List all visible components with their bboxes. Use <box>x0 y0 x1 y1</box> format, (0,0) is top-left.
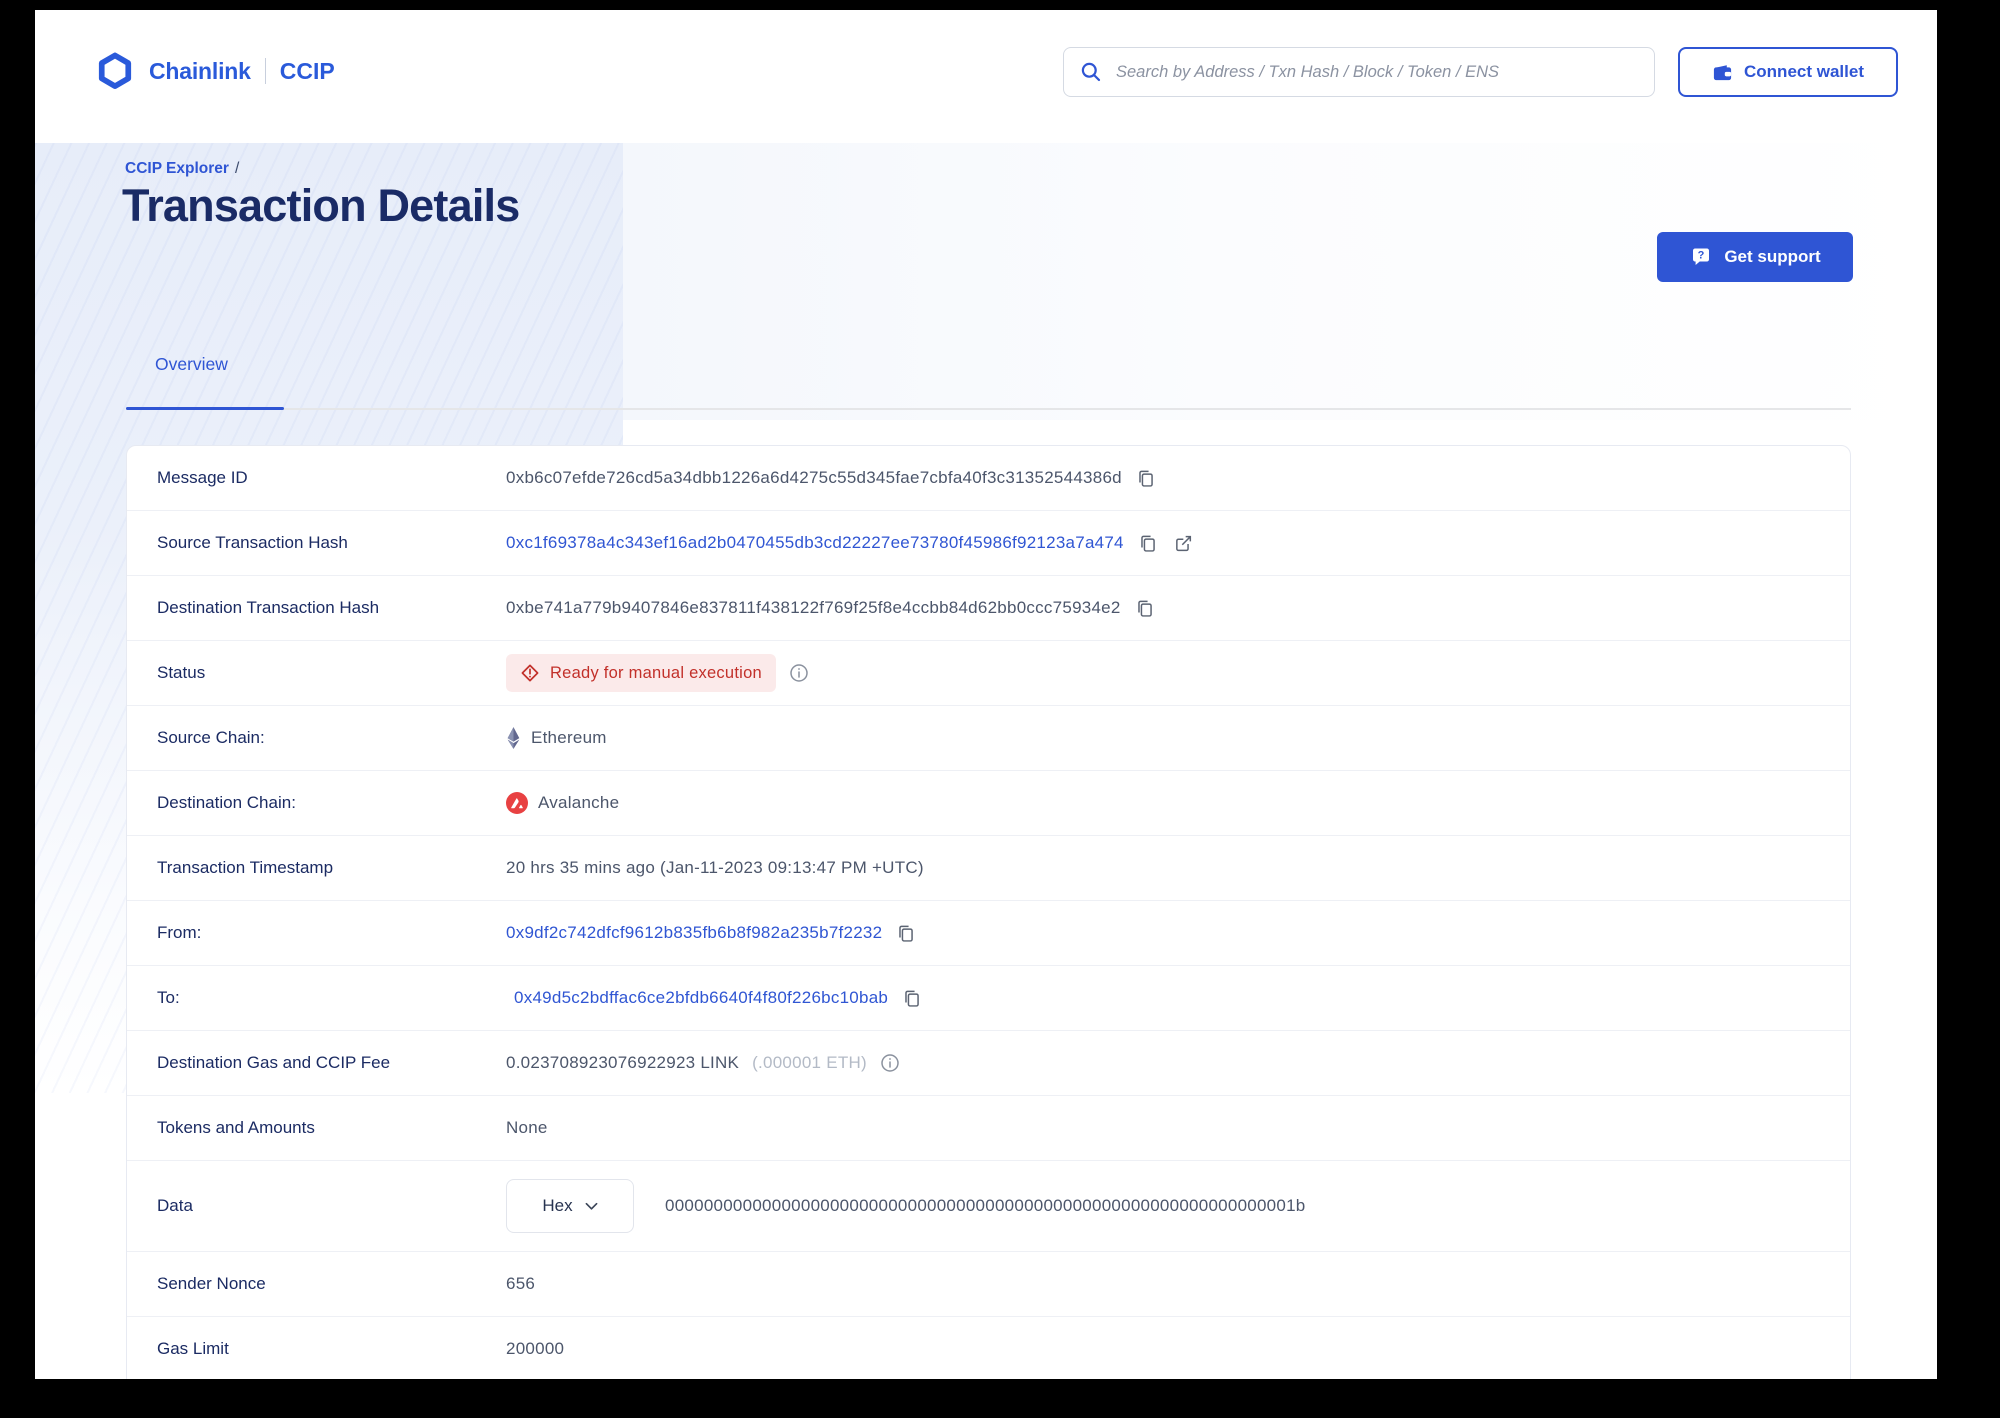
source-chain-name: Ethereum <box>531 728 607 747</box>
question-bubble-icon: ? <box>1689 245 1713 269</box>
row-label: Transaction Timestamp <box>157 858 334 877</box>
dest-chain-name: Avalanche <box>538 793 620 812</box>
row-fee: Destination Gas and CCIP Fee 0.023708923… <box>127 1030 1850 1095</box>
tab-divider-line <box>126 408 1851 410</box>
wallet-icon <box>1712 62 1733 83</box>
copy-icon[interactable] <box>899 986 924 1011</box>
info-icon[interactable] <box>787 661 811 685</box>
brand[interactable]: Chainlink CCIP <box>95 52 335 90</box>
row-sender-nonce: Sender Nonce 656 <box>127 1251 1850 1316</box>
connect-wallet-button[interactable]: Connect wallet <box>1678 47 1898 97</box>
row-label: From: <box>157 923 202 942</box>
gas-limit-value: 200000 <box>506 1339 565 1358</box>
tab-overview[interactable]: Overview <box>155 354 228 375</box>
fee-value: 0.023708923076922923 LINK <box>506 1053 740 1072</box>
breadcrumb: CCIP Explorer / <box>125 160 239 178</box>
brand-product: CCIP <box>279 57 335 84</box>
chainlink-logo-icon <box>95 52 135 90</box>
brand-divider <box>264 58 266 84</box>
message-id-value: 0xb6c07efde726cd5a34dbb1226a6d4275c55d34… <box>506 468 1122 487</box>
copy-icon[interactable] <box>893 921 918 946</box>
get-support-label: Get support <box>1724 247 1821 266</box>
top-navbar: Chainlink CCIP Connect wallet <box>35 10 1937 143</box>
row-label: Sender Nonce <box>157 1274 266 1293</box>
copy-icon[interactable] <box>1135 531 1160 556</box>
fee-eth-equivalent: (.000001 ETH) <box>752 1053 867 1072</box>
timestamp-value: 20 hrs 35 mins ago (Jan-11-2023 09:13:47… <box>506 858 924 877</box>
row-message-id: Message ID 0xb6c07efde726cd5a34dbb1226a6… <box>127 446 1850 510</box>
row-from: From: 0x9df2c742dfcf9612b835fb6b8f982a23… <box>127 900 1850 965</box>
copy-icon[interactable] <box>1133 466 1158 491</box>
alert-diamond-icon <box>520 663 540 683</box>
page-title: Transaction Details <box>122 180 520 231</box>
brand-name: Chainlink <box>149 57 251 84</box>
row-dest-tx-hash: Destination Transaction Hash 0xbe741a779… <box>127 575 1850 640</box>
row-status: Status Ready for manual execution <box>127 640 1850 705</box>
data-format-value: Hex <box>542 1196 573 1215</box>
connect-wallet-label: Connect wallet <box>1744 62 1864 81</box>
row-timestamp: Transaction Timestamp 20 hrs 35 mins ago… <box>127 835 1850 900</box>
ccip-explorer-page: Chainlink CCIP Connect wallet CCIP Explo… <box>35 10 1937 1379</box>
data-hex-value: 0000000000000000000000000000000000000000… <box>665 1196 1306 1215</box>
row-label: Destination Gas and CCIP Fee <box>157 1053 391 1072</box>
dest-tx-hash-value: 0xbe741a779b9407846e837811f438122f769f25… <box>506 598 1121 617</box>
row-label: Message ID <box>157 468 248 487</box>
row-label: Data <box>157 1196 193 1215</box>
breadcrumb-separator: / <box>234 160 240 177</box>
row-label: Gas Limit <box>157 1339 229 1358</box>
row-to: To: 0x49d5c2bdffac6ce2bfdb6640f4f80f226b… <box>127 965 1850 1030</box>
search-input[interactable] <box>1114 61 1638 83</box>
row-source-chain: Source Chain: Ethereum <box>127 705 1850 770</box>
row-label: Source Transaction Hash <box>157 533 348 552</box>
avalanche-icon <box>506 792 528 814</box>
row-gas-limit: Gas Limit 200000 <box>127 1316 1850 1379</box>
row-data: Data Hex 0000000000000000000000000000000… <box>127 1160 1850 1251</box>
status-badge: Ready for manual execution <box>506 654 776 692</box>
data-format-select[interactable]: Hex <box>506 1179 634 1233</box>
search-bar[interactable] <box>1063 47 1655 97</box>
svg-text:?: ? <box>1698 250 1705 262</box>
chevron-down-icon <box>585 1202 598 1211</box>
transaction-details-card: Message ID 0xb6c07efde726cd5a34dbb1226a6… <box>126 445 1851 1379</box>
row-label: Destination Chain: <box>157 793 296 812</box>
row-label: Source Chain: <box>157 728 265 747</box>
row-label: Tokens and Amounts <box>157 1118 315 1137</box>
row-dest-chain: Destination Chain: Avalanche <box>127 770 1850 835</box>
tab-active-underline <box>126 407 284 410</box>
row-source-tx-hash: Source Transaction Hash 0xc1f69378a4c343… <box>127 510 1850 575</box>
ethereum-icon <box>506 726 521 750</box>
get-support-button[interactable]: ? Get support <box>1657 232 1853 282</box>
breadcrumb-ccip-explorer-link[interactable]: CCIP Explorer <box>125 160 229 177</box>
external-link-icon[interactable] <box>1171 531 1196 556</box>
row-label: Destination Transaction Hash <box>157 598 380 617</box>
from-address-link[interactable]: 0x9df2c742dfcf9612b835fb6b8f982a235b7f22… <box>506 923 882 943</box>
tokens-value: None <box>506 1118 548 1137</box>
row-tokens: Tokens and Amounts None <box>127 1095 1850 1160</box>
sender-nonce-value: 656 <box>506 1274 536 1293</box>
search-icon <box>1080 61 1102 83</box>
row-label: Status <box>157 663 206 682</box>
to-address-link[interactable]: 0x49d5c2bdffac6ce2bfdb6640f4f80f226bc10b… <box>514 988 888 1008</box>
info-icon[interactable] <box>878 1051 902 1075</box>
copy-icon[interactable] <box>1132 596 1157 621</box>
status-text: Ready for manual execution <box>550 663 762 682</box>
row-label: To: <box>157 988 180 1007</box>
source-tx-hash-link[interactable]: 0xc1f69378a4c343ef16ad2b0470455db3cd2222… <box>506 533 1124 553</box>
